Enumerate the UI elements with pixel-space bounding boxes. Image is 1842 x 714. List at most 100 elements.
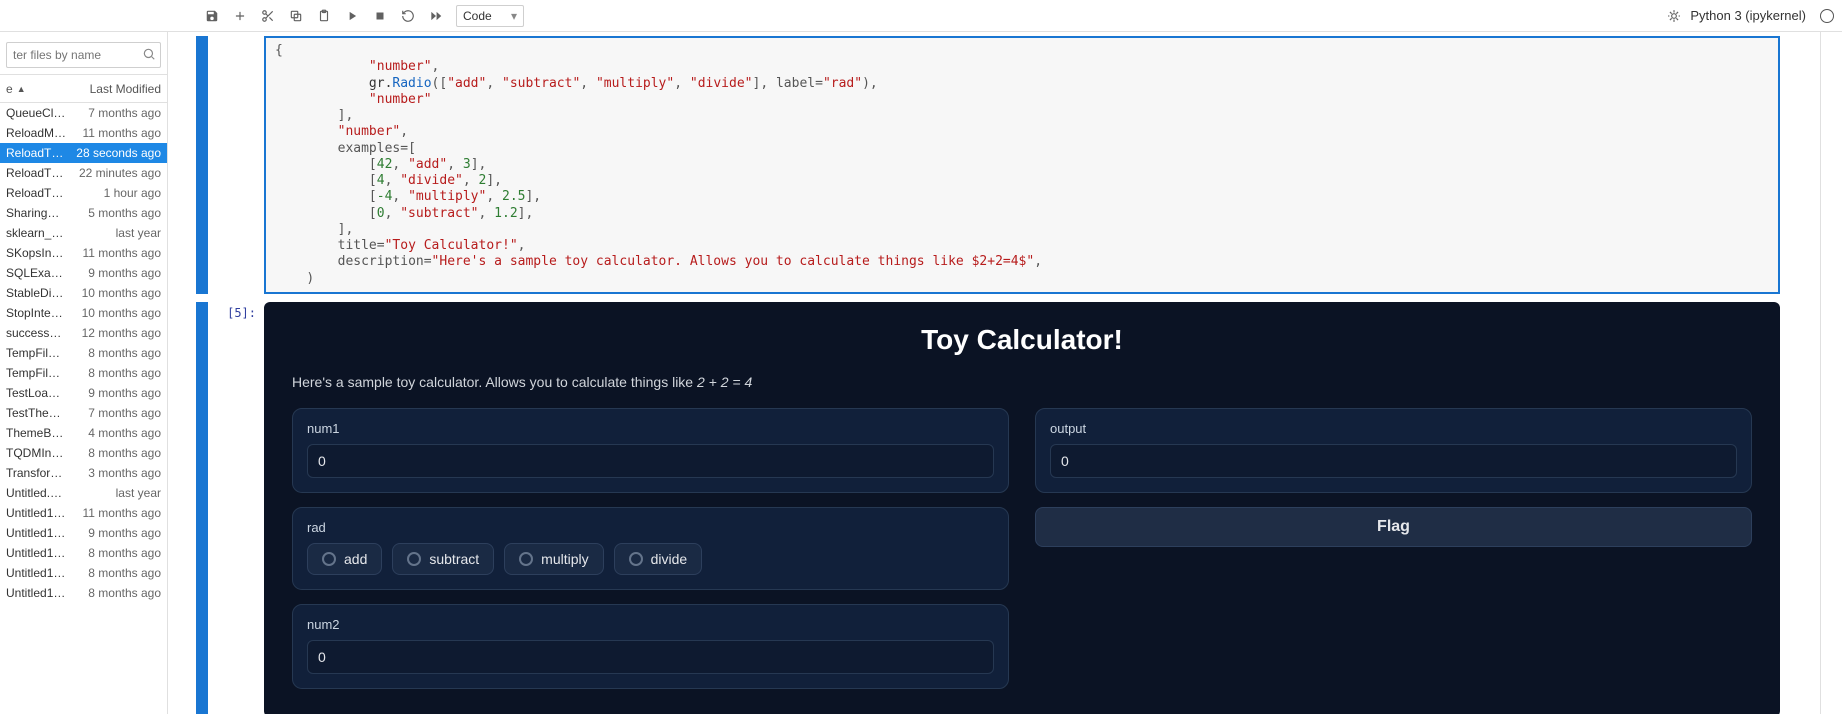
kernel-status-icon[interactable] xyxy=(1820,9,1834,23)
code-cell[interactable]: { "number", gr.Radio(["add", "subtract",… xyxy=(196,36,1780,294)
run-all-button[interactable] xyxy=(424,4,448,28)
file-row[interactable]: ThemeB…4 months ago xyxy=(0,423,167,443)
radio-icon xyxy=(407,552,421,566)
num1-input[interactable] xyxy=(307,444,994,478)
radio-icon xyxy=(519,552,533,566)
debugger-icon[interactable] xyxy=(1662,4,1686,28)
save-button[interactable] xyxy=(200,4,224,28)
file-row[interactable]: success…12 months ago xyxy=(0,323,167,343)
rad-option-add[interactable]: add xyxy=(307,543,382,575)
file-name: ReloadT… xyxy=(6,146,70,160)
file-row[interactable]: Untitled1…8 months ago xyxy=(0,563,167,583)
notebook-area[interactable]: { "number", gr.Radio(["add", "subtract",… xyxy=(168,32,1820,714)
file-modified: 8 months ago xyxy=(82,366,161,380)
code-editor[interactable]: { "number", gr.Radio(["add", "subtract",… xyxy=(264,36,1780,294)
file-row[interactable]: TempFil…8 months ago xyxy=(0,363,167,383)
add-cell-button[interactable] xyxy=(228,4,252,28)
file-name: TempFil… xyxy=(6,366,82,380)
right-panel-collapsed[interactable] xyxy=(1820,32,1842,714)
file-row[interactable]: Untitled1…8 months ago xyxy=(0,583,167,603)
file-name: QueueCl… xyxy=(6,106,82,120)
file-row[interactable]: Sharing…5 months ago xyxy=(0,203,167,223)
file-list[interactable]: QueueCl…7 months agoReloadM…11 months ag… xyxy=(0,103,167,714)
rad-option-subtract[interactable]: subtract xyxy=(392,543,494,575)
file-modified: 8 months ago xyxy=(82,546,161,560)
file-name: success… xyxy=(6,326,76,340)
file-row[interactable]: Transfor…3 months ago xyxy=(0,463,167,483)
radio-icon xyxy=(322,552,336,566)
file-modified: 9 months ago xyxy=(82,386,161,400)
file-row[interactable]: StableDi…10 months ago xyxy=(0,283,167,303)
file-row[interactable]: Untitled.…last year xyxy=(0,483,167,503)
file-name: ReloadT… xyxy=(6,186,98,200)
file-name: TempFil… xyxy=(6,346,82,360)
cut-button[interactable] xyxy=(256,4,280,28)
copy-button[interactable] xyxy=(284,4,308,28)
file-row[interactable]: ReloadT…28 seconds ago xyxy=(0,143,167,163)
file-row[interactable]: TempFil…8 months ago xyxy=(0,343,167,363)
num2-label: num2 xyxy=(307,617,994,632)
paste-button[interactable] xyxy=(312,4,336,28)
notebook-toolbar: Code ▾ Python 3 (ipykernel) xyxy=(0,0,1842,32)
file-row[interactable]: TQDMIn…8 months ago xyxy=(0,443,167,463)
gradio-description: Here's a sample toy calculator. Allows y… xyxy=(292,374,1752,390)
file-name: Transfor… xyxy=(6,466,82,480)
file-modified: 10 months ago xyxy=(76,306,161,320)
num2-input[interactable] xyxy=(307,640,994,674)
cell-type-select[interactable]: Code ▾ xyxy=(456,5,524,27)
gradio-title: Toy Calculator! xyxy=(292,324,1752,356)
file-row[interactable]: SQLExa…9 months ago xyxy=(0,263,167,283)
file-row[interactable]: StopInte…10 months ago xyxy=(0,303,167,323)
file-modified: 9 months ago xyxy=(82,266,161,280)
file-browser-header[interactable]: e ▲ Last Modified xyxy=(0,75,167,103)
file-modified: 22 minutes ago xyxy=(73,166,161,180)
chevron-down-icon: ▾ xyxy=(511,9,517,23)
file-row[interactable]: QueueCl…7 months ago xyxy=(0,103,167,123)
file-row[interactable]: TestThe…7 months ago xyxy=(0,403,167,423)
file-row[interactable]: Untitled1…11 months ago xyxy=(0,503,167,523)
file-row[interactable]: ReloadT…22 minutes ago xyxy=(0,163,167,183)
file-name: Untitled1… xyxy=(6,546,82,560)
file-name: Sharing… xyxy=(6,206,82,220)
file-row[interactable]: ReloadT…1 hour ago xyxy=(0,183,167,203)
file-modified: 28 seconds ago xyxy=(70,146,161,160)
file-modified: 8 months ago xyxy=(82,446,161,460)
file-name: ReloadT… xyxy=(6,166,73,180)
num1-label: num1 xyxy=(307,421,994,436)
file-modified: 7 months ago xyxy=(82,106,161,120)
file-filter-input[interactable] xyxy=(13,48,136,62)
file-row[interactable]: TestLoa…9 months ago xyxy=(0,383,167,403)
output-field[interactable] xyxy=(1050,444,1737,478)
file-filter[interactable] xyxy=(6,42,161,68)
run-button[interactable] xyxy=(340,4,364,28)
file-name: StableDi… xyxy=(6,286,76,300)
rad-option-label: multiply xyxy=(541,551,588,567)
num1-block: num1 xyxy=(292,408,1009,493)
file-row[interactable]: ReloadM…11 months ago xyxy=(0,123,167,143)
file-name: ReloadM… xyxy=(6,126,77,140)
radio-icon xyxy=(629,552,643,566)
file-name: StopInte… xyxy=(6,306,76,320)
rad-option-label: subtract xyxy=(429,551,479,567)
file-modified: 1 hour ago xyxy=(98,186,161,200)
rad-option-divide[interactable]: divide xyxy=(614,543,703,575)
stop-button[interactable] xyxy=(368,4,392,28)
file-modified: 10 months ago xyxy=(76,286,161,300)
cell-type-label: Code xyxy=(463,9,492,23)
file-name: TestLoa… xyxy=(6,386,82,400)
rad-option-multiply[interactable]: multiply xyxy=(504,543,603,575)
file-name: TestThe… xyxy=(6,406,82,420)
file-name: SQLExa… xyxy=(6,266,82,280)
file-name: TQDMIn… xyxy=(6,446,82,460)
file-row[interactable]: Untitled1…9 months ago xyxy=(0,523,167,543)
restart-button[interactable] xyxy=(396,4,420,28)
file-modified: 11 months ago xyxy=(77,246,162,260)
file-name: ThemeB… xyxy=(6,426,82,440)
file-modified: 8 months ago xyxy=(82,346,161,360)
file-row[interactable]: Untitled1…8 months ago xyxy=(0,543,167,563)
file-row[interactable]: SKopsIn…11 months ago xyxy=(0,243,167,263)
file-name: Untitled1… xyxy=(6,586,82,600)
num2-block: num2 xyxy=(292,604,1009,689)
flag-button[interactable]: Flag xyxy=(1035,507,1752,547)
file-row[interactable]: sklearn_…last year xyxy=(0,223,167,243)
